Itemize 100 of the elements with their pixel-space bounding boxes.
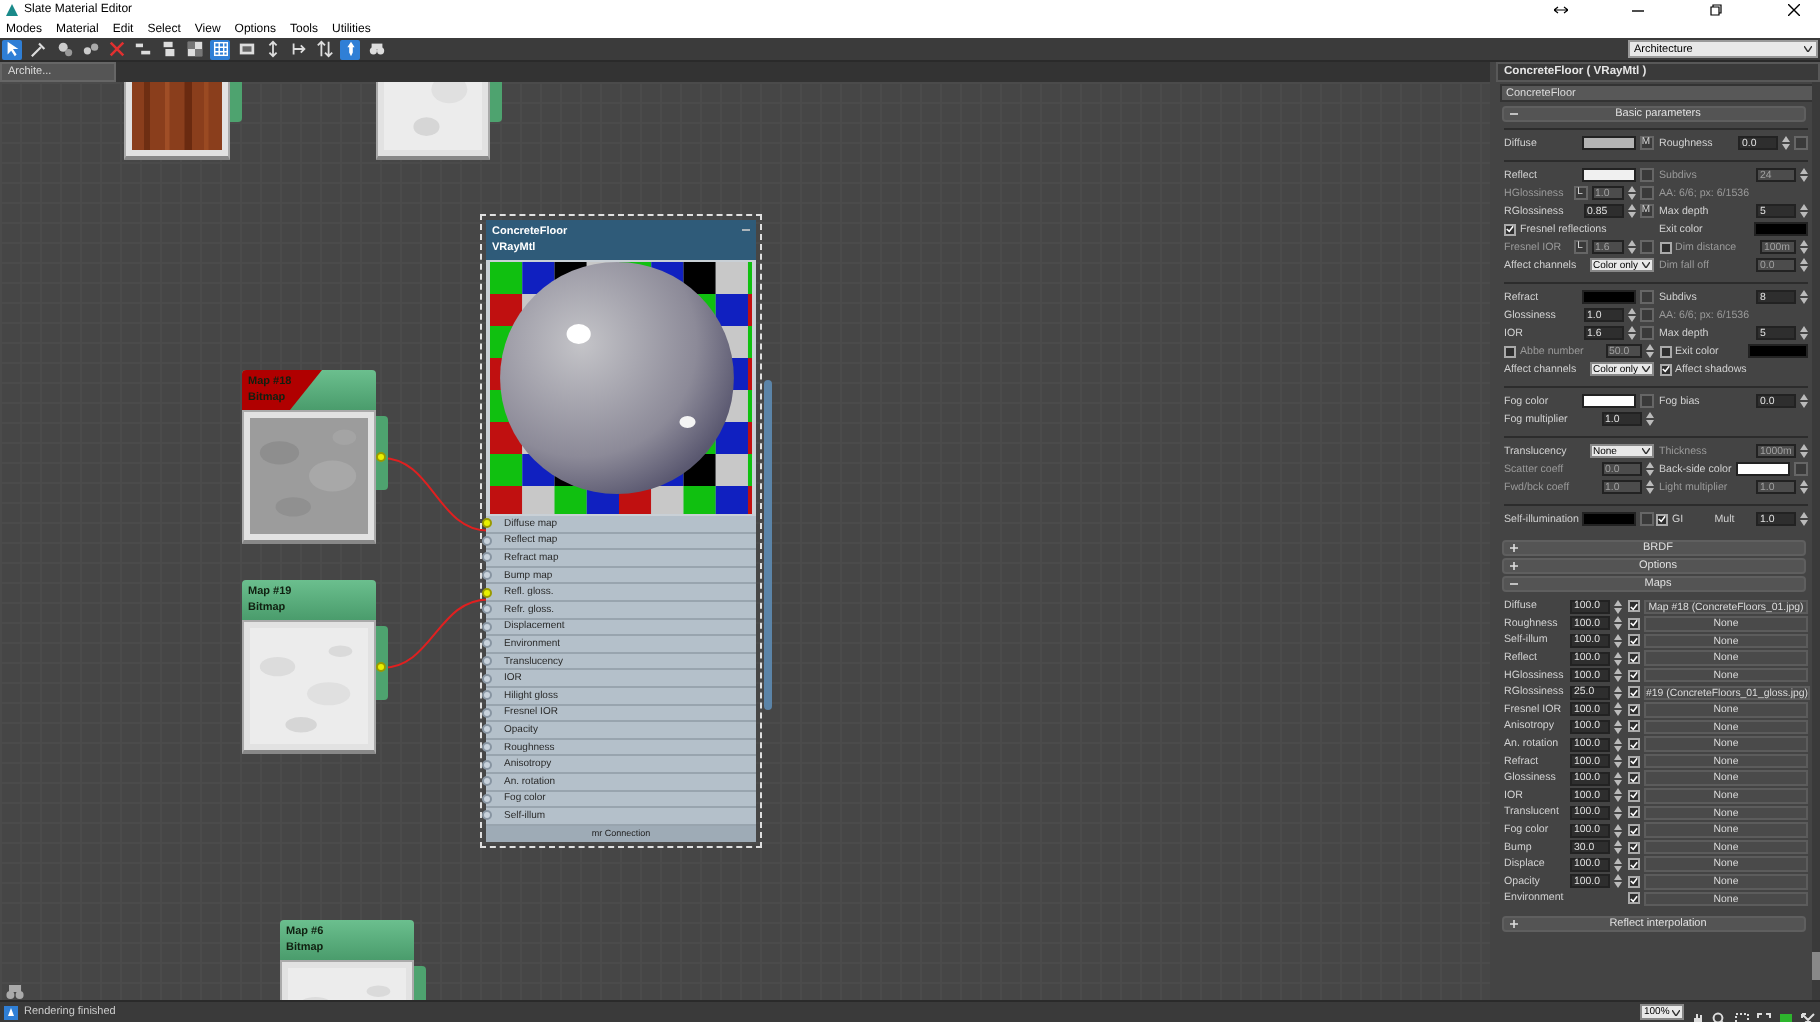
input-port[interactable] (482, 570, 492, 581)
checkbox[interactable] (1628, 772, 1640, 785)
input-port[interactable] (482, 742, 492, 753)
spinner-icon[interactable] (1627, 204, 1635, 218)
checkbox[interactable] (1628, 600, 1640, 613)
checkbox[interactable] (1659, 363, 1671, 375)
spinner-icon[interactable] (1782, 136, 1790, 150)
input-port[interactable] (482, 535, 492, 546)
spinner-icon[interactable] (1627, 326, 1635, 340)
input-port[interactable] (482, 690, 492, 701)
spinner-icon[interactable] (1614, 702, 1622, 717)
spinner-icon[interactable] (1645, 462, 1653, 476)
input-port[interactable] (482, 638, 492, 649)
checkbox[interactable] (1628, 720, 1640, 733)
spinner-icon[interactable] (1627, 240, 1635, 254)
input-port[interactable] (482, 724, 492, 735)
checkbox[interactable] (1628, 806, 1640, 819)
input-port[interactable] (482, 604, 492, 615)
input-port[interactable] (482, 793, 492, 804)
spinner-icon[interactable] (1614, 668, 1622, 683)
spinner-icon[interactable] (1800, 394, 1808, 408)
color-swatch[interactable] (1748, 344, 1808, 358)
spinner-icon[interactable] (1800, 168, 1808, 182)
spinner-icon[interactable] (1614, 840, 1622, 855)
input-port[interactable] (482, 776, 492, 787)
spinner-icon[interactable] (1800, 480, 1808, 494)
color-swatch[interactable] (1736, 462, 1790, 476)
restore-icon (1710, 4, 1722, 16)
checkbox[interactable] (1628, 824, 1640, 837)
checkbox[interactable] (1628, 686, 1640, 699)
spinner-icon[interactable] (1614, 823, 1622, 838)
output-port[interactable] (376, 452, 386, 462)
spinner-icon[interactable] (1627, 308, 1635, 322)
color-swatch[interactable] (1754, 222, 1808, 236)
toolbar-button[interactable] (340, 39, 360, 59)
input-port[interactable] (482, 673, 492, 684)
color-swatch[interactable] (1581, 136, 1635, 150)
input-port[interactable] (482, 810, 492, 821)
checkbox[interactable] (1628, 617, 1640, 630)
checkbox[interactable] (1628, 789, 1640, 802)
toolbar-button[interactable] (2, 39, 22, 59)
checkbox[interactable] (1628, 858, 1640, 871)
checkbox[interactable] (1628, 652, 1640, 665)
checkbox[interactable] (1628, 892, 1640, 905)
input-port[interactable] (482, 707, 492, 718)
color-swatch[interactable] (1581, 168, 1635, 182)
spinner-icon[interactable] (1800, 290, 1808, 304)
color-swatch[interactable] (1581, 290, 1635, 304)
toolbar-button[interactable] (80, 39, 100, 59)
caret-icon (1804, 46, 1812, 52)
input-port[interactable] (482, 587, 492, 598)
output-port[interactable] (376, 662, 386, 672)
checkbox[interactable] (1504, 223, 1516, 235)
spinner-icon[interactable] (1614, 857, 1622, 872)
input-port[interactable] (482, 656, 492, 667)
color-swatch[interactable] (1582, 512, 1637, 526)
spinner-icon[interactable] (1800, 240, 1808, 254)
checkbox[interactable] (1659, 345, 1671, 357)
checkbox[interactable] (1656, 513, 1668, 525)
toolbar-button[interactable] (54, 39, 74, 59)
node-handle[interactable] (764, 380, 772, 710)
input-port[interactable] (482, 518, 492, 529)
spinner-icon[interactable] (1614, 754, 1622, 769)
spinner-icon[interactable] (1800, 258, 1808, 272)
spinner-icon[interactable] (1800, 444, 1808, 458)
spinner-icon[interactable] (1614, 599, 1622, 614)
checkbox[interactable] (1628, 738, 1640, 751)
spinner-icon[interactable] (1614, 651, 1622, 666)
input-port[interactable] (482, 552, 492, 563)
caret-icon (1672, 1009, 1680, 1015)
spinner-icon[interactable] (1614, 805, 1622, 820)
toolbar-button[interactable] (158, 39, 178, 59)
spinner-icon[interactable] (1614, 719, 1622, 734)
spinner-icon[interactable] (1614, 771, 1622, 786)
checkbox[interactable] (1628, 875, 1640, 888)
spinner-icon[interactable] (1800, 512, 1808, 526)
toolbar-button[interactable] (184, 39, 204, 59)
spinner-icon[interactable] (1800, 204, 1808, 218)
checkbox[interactable] (1628, 634, 1640, 647)
spinner-icon[interactable] (1627, 186, 1635, 200)
toolbar-button[interactable] (236, 39, 256, 59)
input-port[interactable] (482, 759, 492, 770)
color-swatch[interactable] (1581, 394, 1635, 408)
spinner-icon[interactable] (1800, 326, 1808, 340)
spinner-icon[interactable] (1645, 412, 1653, 426)
spinner-icon[interactable] (1645, 480, 1653, 494)
toolbar-button[interactable] (132, 39, 152, 59)
checkbox[interactable] (1628, 841, 1640, 854)
spinner-icon[interactable] (1614, 737, 1622, 752)
spinner-icon[interactable] (1614, 685, 1622, 700)
spinner-icon[interactable] (1645, 344, 1653, 358)
spinner-icon[interactable] (1614, 788, 1622, 803)
checkbox[interactable] (1628, 755, 1640, 768)
checkbox[interactable] (1628, 669, 1640, 682)
spinner-icon[interactable] (1614, 616, 1622, 631)
input-port[interactable] (482, 621, 492, 632)
spinner-icon[interactable] (1614, 633, 1622, 648)
spinner-icon[interactable] (1614, 874, 1622, 889)
checkbox[interactable] (1628, 703, 1640, 716)
toolbar-button[interactable] (366, 39, 386, 59)
